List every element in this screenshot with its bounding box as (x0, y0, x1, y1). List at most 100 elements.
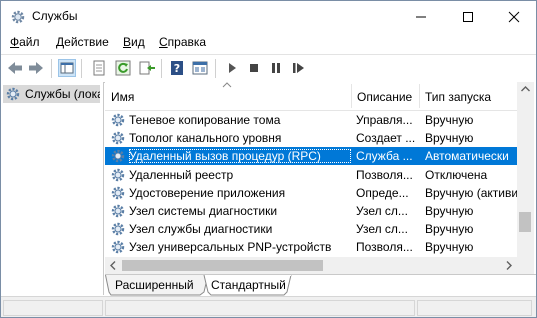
service-row[interactable]: Удаленный вызов процедур (RPC) Служба ...… (105, 147, 519, 166)
service-description: Узел сл... (356, 204, 408, 218)
scroll-left-arrow-icon[interactable] (110, 261, 116, 270)
column-header-description-label: Описание (357, 90, 413, 104)
menu-view-label: ид (131, 35, 145, 49)
horizontal-scroll-thumb[interactable] (122, 260, 323, 271)
horizontal-scrollbar[interactable] (105, 257, 517, 274)
service-startup-type: Вручную (425, 222, 474, 237)
title-bar[interactable]: Службы (1, 1, 536, 33)
scroll-up-arrow-icon[interactable] (521, 86, 530, 92)
services-app-icon (11, 10, 25, 24)
pause-service-icon[interactable] (267, 59, 285, 77)
stop-service-icon[interactable] (245, 59, 263, 77)
service-startup-type: Отключена (425, 167, 488, 182)
close-icon (508, 11, 520, 23)
service-name: Узел системы диагностики (129, 204, 278, 218)
service-row[interactable]: Удаленный реестр Позволя... Отключена (105, 166, 519, 184)
maximize-button[interactable] (445, 1, 490, 33)
tab-standard[interactable]: Стандартный (211, 275, 289, 295)
service-startup-type: Вручную (425, 113, 474, 127)
status-pane (3, 300, 103, 316)
show-tree-icon (60, 62, 74, 74)
properties-icon[interactable] (90, 59, 108, 77)
menu-bar: Файл Действие Вид Справка (1, 33, 536, 53)
service-name: Теневое копирование тома (129, 113, 281, 127)
gear-icon (111, 204, 125, 218)
gear-icon (6, 87, 20, 101)
scroll-right-arrow-icon[interactable] (506, 261, 512, 270)
status-pane (417, 300, 532, 316)
view-tabs: Расширенный Стандартный (105, 274, 536, 297)
service-row[interactable]: Узел службы диагностики Узел сл... Вручную (105, 220, 519, 238)
menu-view-mnemonic: В (123, 35, 132, 49)
service-description: Управля... (356, 113, 413, 127)
forward-arrow-icon[interactable] (27, 59, 45, 77)
console-tree: Службы (локальные) (1, 82, 104, 295)
column-header-startup-label: Тип запуска (425, 90, 492, 104)
service-description: Создает ... (356, 131, 416, 146)
gear-icon (111, 241, 125, 254)
start-service-icon[interactable] (223, 59, 241, 77)
vertical-scroll-thumb[interactable] (519, 212, 531, 232)
service-description: Опреде... (356, 185, 409, 200)
maximize-icon (463, 12, 473, 22)
service-startup-type: Вручную (425, 204, 474, 218)
tab-extended[interactable]: Расширенный (115, 275, 203, 295)
tab-extended-label: Расширенный (115, 278, 194, 292)
service-row[interactable]: Узел системы диагностики Узел сл... Вручну… (105, 202, 519, 220)
service-startup-type: Вручную (425, 131, 474, 146)
menu-help-mnemonic: С (159, 35, 168, 49)
gear-icon (111, 131, 125, 145)
column-header-description[interactable]: Описание (351, 82, 419, 110)
console-icon[interactable] (191, 59, 209, 77)
status-pane (105, 300, 415, 316)
service-description: Позволя... (356, 240, 413, 255)
refresh-icon[interactable] (114, 59, 132, 77)
menu-action[interactable]: Действие (56, 35, 109, 49)
tree-item-label: Службы (локальные) (25, 87, 100, 101)
svg-text:?: ? (174, 62, 180, 75)
restart-service-icon[interactable] (289, 59, 307, 77)
status-bar (1, 296, 536, 317)
toolbar-separator (161, 59, 162, 78)
back-arrow-icon[interactable] (6, 59, 24, 77)
vertical-scrollbar[interactable] (517, 82, 534, 272)
gear-icon (111, 113, 125, 127)
service-startup-type: Вручную (425, 240, 474, 255)
service-name: Тополог канального уровня (129, 131, 282, 146)
service-row[interactable]: Теневое копирование тома Управля... Вручну… (105, 111, 519, 129)
toolbar-separator (215, 59, 216, 78)
menu-file-label: айл (19, 35, 40, 49)
service-startup-type: Вручную (активи (425, 185, 519, 200)
help-icon[interactable]: ? (168, 59, 186, 77)
toolbar: ? (1, 54, 536, 83)
show-tree-button[interactable] (58, 59, 76, 77)
services-list: Имя Описание Тип запуска Теневое копиров… (105, 82, 536, 272)
services-window: Службы Файл Действие Вид Справка ? Служб… (0, 0, 537, 318)
close-button[interactable] (491, 1, 536, 33)
minimize-button[interactable] (398, 1, 443, 33)
column-header-startup-type[interactable]: Тип запуска (419, 82, 519, 110)
service-name: Удаленный вызов процедур (RPC) (129, 149, 351, 164)
window-title: Службы (32, 9, 78, 23)
menu-help[interactable]: Справка (159, 35, 206, 49)
export-icon[interactable] (138, 59, 156, 77)
column-header-row: Имя Описание Тип запуска (105, 82, 519, 111)
service-row[interactable]: Тополог канального уровня Создает ... Вруч… (105, 129, 519, 147)
menu-file-mnemonic: Ф (10, 35, 20, 49)
service-name: Узел службы диагностики (129, 222, 273, 237)
gear-icon (111, 186, 125, 199)
tab-standard-label: Стандартный (211, 278, 286, 292)
scrollbar-corner (517, 257, 534, 274)
service-name: Узел универсальных PNP-устройств (129, 240, 332, 255)
menu-help-label: правка (167, 35, 207, 49)
service-description: Узел сл... (356, 222, 408, 237)
service-row[interactable]: Удостоверение приложения Опреде... Вручную… (105, 184, 519, 202)
toolbar-separator (51, 59, 52, 78)
menu-file[interactable]: Файл (10, 35, 40, 49)
tree-item-services-local[interactable]: Службы (локальные) (3, 85, 100, 103)
column-header-name[interactable]: Имя (105, 82, 351, 110)
gear-icon (111, 168, 125, 181)
menu-view[interactable]: Вид (123, 35, 145, 49)
service-row[interactable]: Узел универсальных PNP-устройств Позволя.… (105, 238, 519, 256)
service-name: Удаленный реестр (129, 167, 234, 182)
